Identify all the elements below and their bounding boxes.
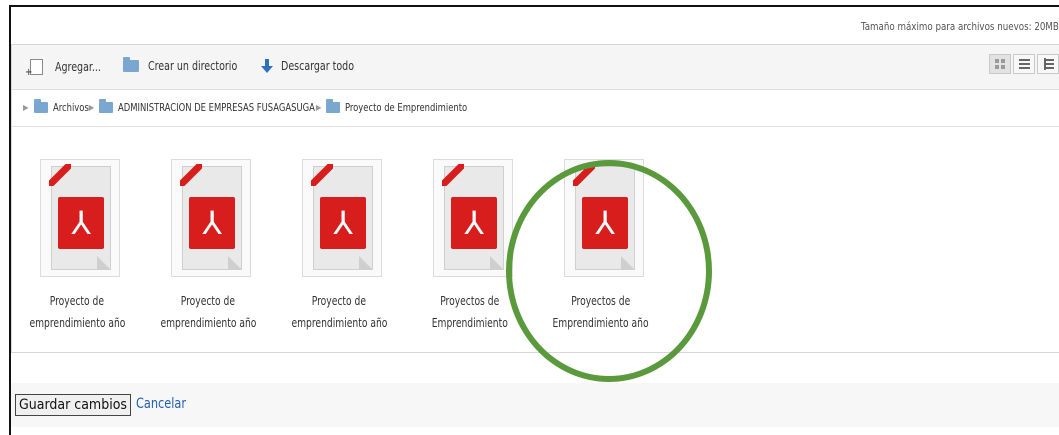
file-name-line1: Proyectos de <box>571 294 631 308</box>
file-name-line1: Proyecto de <box>49 294 105 308</box>
create-directory-label: Crear un directorio <box>148 59 238 73</box>
file-thumbnail <box>433 159 513 277</box>
icons-view-button[interactable] <box>989 54 1011 74</box>
file-name-line2: Emprendimiento <box>431 316 509 330</box>
folder-path-bar: ▶ Archivos ▶ ADMINISTRACION DE EMPRESAS … <box>12 90 1059 127</box>
breadcrumb-label: ADMINISTRACION DE EMPRESAS FUSAGASUGA <box>118 101 316 114</box>
file-name: Proyectos de Emprendimiento año <box>536 290 666 334</box>
file-name: Proyectos de Emprendimiento <box>405 290 535 334</box>
file-name-line1: Proyecto de <box>311 294 367 308</box>
file-thumbnail <box>564 159 644 277</box>
folder-icon <box>326 99 341 113</box>
file-name-line1: Proyecto de <box>180 294 236 308</box>
folder-icon <box>99 99 114 113</box>
file-name-line2: emprendimiento año <box>29 316 125 330</box>
breadcrumb-item-administracion[interactable]: ADMINISTRACION DE EMPRESAS FUSAGASUGA <box>99 99 350 114</box>
view-mode-switcher <box>987 54 1059 74</box>
breadcrumb-item-archivos[interactable]: Archivos <box>33 99 95 114</box>
breadcrumb-label: Archivos <box>52 101 89 114</box>
breadcrumb-separator-icon: ▶ <box>23 103 29 112</box>
pdf-file-icon <box>51 166 111 270</box>
add-file-icon: + <box>25 59 43 78</box>
file-thumbnail <box>302 159 382 277</box>
add-file-label: Agregar... <box>55 60 101 74</box>
save-changes-button[interactable]: Guardar cambios <box>15 394 131 416</box>
file-name: Proyecto de emprendimiento año <box>274 290 404 334</box>
pdf-file-icon <box>575 166 635 270</box>
file-manager-toolbar: + Agregar... Crear un directorio Descarg… <box>12 45 1059 90</box>
file-manager-panel: + Agregar... Crear un directorio Descarg… <box>11 44 1059 353</box>
create-directory-button[interactable]: Crear un directorio <box>123 57 249 73</box>
download-arrow-icon <box>261 59 273 73</box>
max-file-size-notice: Tamaño máximo para archivos nuevos: 20MB <box>861 20 1059 33</box>
add-file-button[interactable]: + Agregar... <box>25 59 107 78</box>
file-name: Proyecto de emprendimiento año <box>12 290 142 334</box>
download-all-button[interactable]: Descargar todo <box>261 59 364 73</box>
cancel-link[interactable]: Cancelar <box>136 396 186 412</box>
pdf-file-icon <box>313 166 373 270</box>
file-icon-grid: Proyecto de emprendimiento año Proyecto … <box>12 127 1059 353</box>
breadcrumb-item-proyecto[interactable]: Proyecto de Emprendimiento <box>326 99 489 114</box>
tree-view-button[interactable] <box>1037 54 1059 74</box>
pdf-file-icon <box>182 166 242 270</box>
file-name-line1: Proyectos de <box>440 294 500 308</box>
file-name-line2: emprendimiento año <box>291 316 387 330</box>
form-footer: Guardar cambios Cancelar <box>11 383 1059 427</box>
breadcrumb-label: Proyecto de Emprendimiento <box>345 101 468 114</box>
pdf-file-icon <box>444 166 504 270</box>
new-folder-icon <box>123 57 139 72</box>
breadcrumb-separator-icon: ▶ <box>315 103 322 112</box>
folder-icon <box>33 99 48 113</box>
file-name: Proyecto de emprendimiento año <box>143 290 273 334</box>
breadcrumb-separator-icon: ▶ <box>88 103 95 112</box>
list-view-button[interactable] <box>1013 54 1035 74</box>
breadcrumb: ▶ Archivos ▶ ADMINISTRACION DE EMPRESAS … <box>21 99 489 114</box>
download-all-label: Descargar todo <box>281 59 355 73</box>
file-thumbnail <box>40 159 120 277</box>
file-name-line2: emprendimiento año <box>160 316 256 330</box>
file-name-line2: Emprendimiento año <box>552 316 650 330</box>
file-thumbnail <box>171 159 251 277</box>
